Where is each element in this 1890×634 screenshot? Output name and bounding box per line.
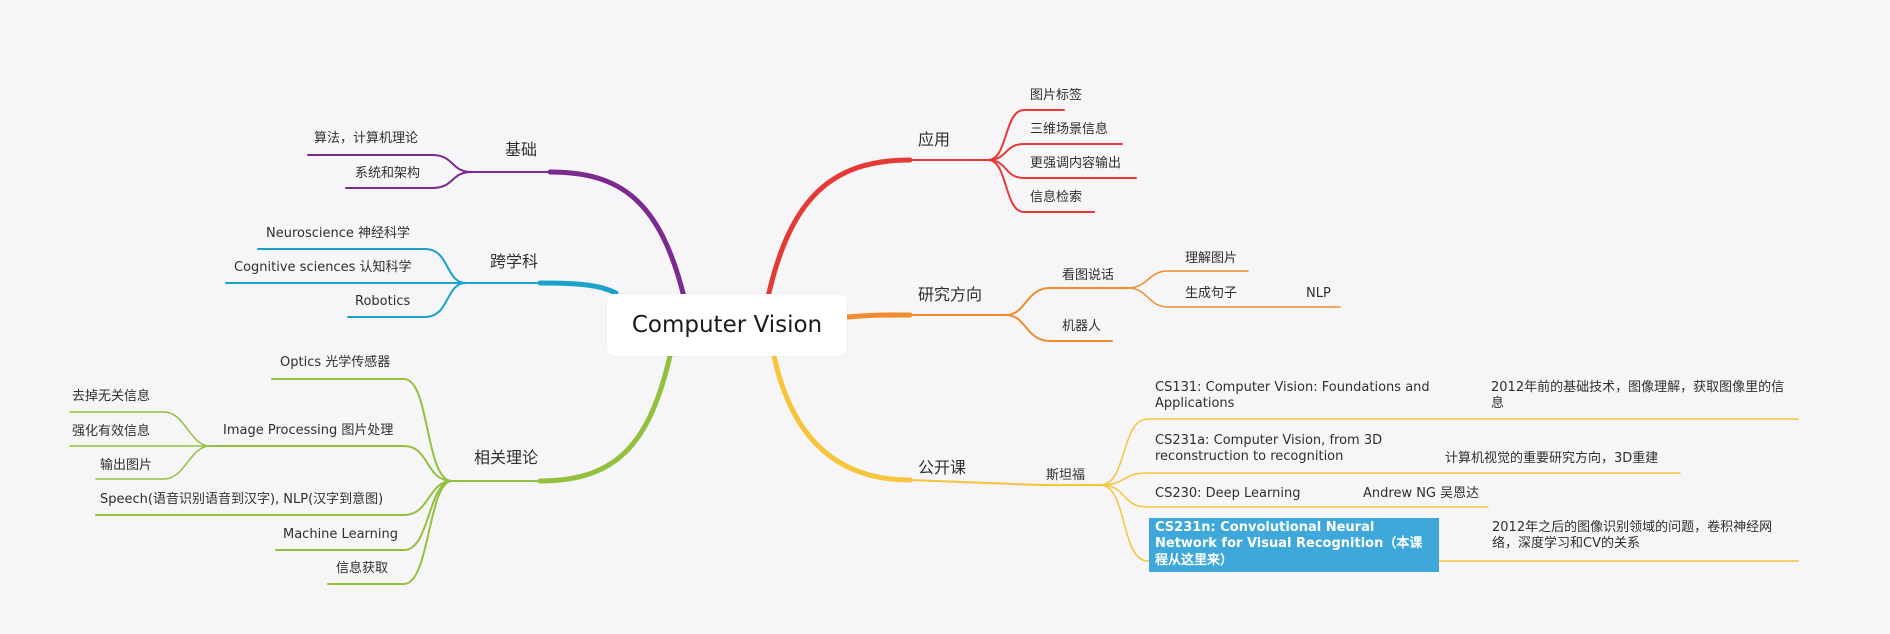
applications-item-content[interactable]: 更强调内容输出 xyxy=(1030,156,1121,172)
course-cs231a[interactable]: CS231a: Computer Vision, from 3D reconst… xyxy=(1155,433,1385,466)
branch-applications[interactable]: 应用 xyxy=(918,130,950,150)
course-cs131[interactable]: CS131: Computer Vision: Foundations and … xyxy=(1155,380,1445,413)
research-item-captioning[interactable]: 看图说话 xyxy=(1062,268,1114,284)
theory-item-speech-nlp[interactable]: Speech(语音识别语音到汉字), NLP(汉字到意图) xyxy=(100,492,383,508)
course-cs131-note[interactable]: 2012年前的基础技术，图像理解，获取图像里的信息 xyxy=(1491,380,1797,413)
interdisciplinary-item-cognitive[interactable]: Cognitive sciences 认知科学 xyxy=(234,260,412,276)
captioning-nlp[interactable]: NLP xyxy=(1306,286,1331,302)
course-cs230[interactable]: CS230: Deep Learning xyxy=(1155,486,1300,502)
course-cs231n-note[interactable]: 2012年之后的图像识别领域的问题，卷积神经网络，深度学习和CV的关系 xyxy=(1492,520,1798,553)
captioning-child-understand[interactable]: 理解图片 xyxy=(1185,251,1237,267)
research-item-robot[interactable]: 机器人 xyxy=(1062,319,1101,335)
interdisciplinary-item-neuroscience[interactable]: Neuroscience 神经科学 xyxy=(266,226,410,242)
course-cs231n-selected[interactable]: CS231n: Convolutional Neural Network for… xyxy=(1149,518,1439,572)
image-processing-child-enhance[interactable]: 强化有效信息 xyxy=(72,424,150,440)
course-cs230-note[interactable]: Andrew NG 吴恩达 xyxy=(1363,486,1479,502)
theory-item-image-processing[interactable]: Image Processing 图片处理 xyxy=(223,423,393,439)
image-processing-child-output[interactable]: 输出图片 xyxy=(100,458,152,474)
theory-item-machine-learning[interactable]: Machine Learning xyxy=(283,527,398,543)
theory-branch-lines xyxy=(69,353,673,585)
theory-item-optics[interactable]: Optics 光学传感器 xyxy=(280,355,390,371)
branch-theory[interactable]: 相关理论 xyxy=(474,448,538,468)
center-node[interactable]: Computer Vision xyxy=(607,294,847,356)
image-processing-child-remove[interactable]: 去掉无关信息 xyxy=(72,389,150,405)
interdisciplinary-item-robotics[interactable]: Robotics xyxy=(355,294,410,310)
course-cs231a-note[interactable]: 计算机视觉的重要研究方向，3D重建 xyxy=(1445,451,1658,467)
branch-foundation[interactable]: 基础 xyxy=(505,140,537,160)
center-title: Computer Vision xyxy=(631,312,823,338)
applications-item-retrieval[interactable]: 信息检索 xyxy=(1030,190,1082,206)
branch-courses[interactable]: 公开课 xyxy=(918,458,966,478)
foundation-item-algorithms[interactable]: 算法，计算机理论 xyxy=(314,131,418,147)
courses-stanford[interactable]: 斯坦福 xyxy=(1046,468,1085,484)
branch-interdisciplinary[interactable]: 跨学科 xyxy=(490,252,538,272)
applications-item-tags[interactable]: 图片标签 xyxy=(1030,88,1082,104)
branch-research[interactable]: 研究方向 xyxy=(918,285,982,305)
theory-item-information-retrieval[interactable]: 信息获取 xyxy=(336,561,388,577)
captioning-child-generate[interactable]: 生成句子 xyxy=(1185,286,1237,302)
applications-item-3d[interactable]: 三维场景信息 xyxy=(1030,122,1108,138)
foundation-item-systems[interactable]: 系统和架构 xyxy=(355,166,420,182)
